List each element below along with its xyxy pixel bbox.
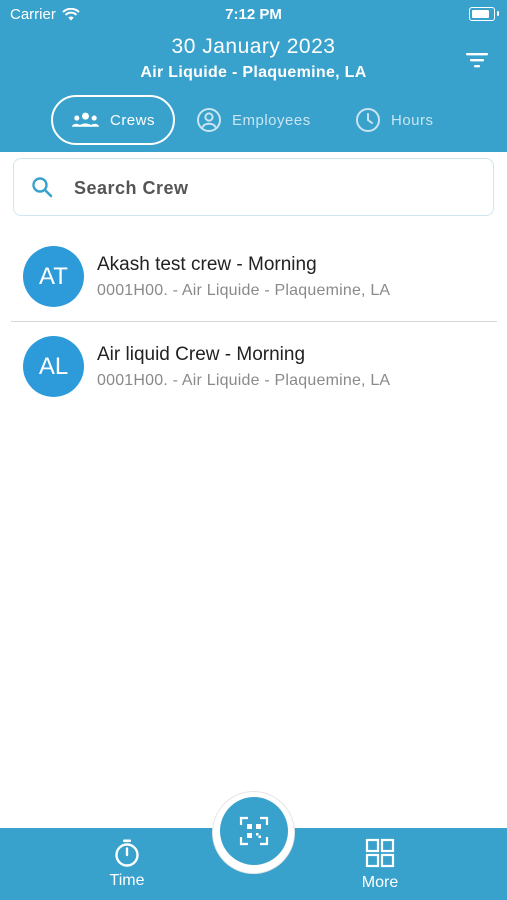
list-divider [11,321,497,322]
nav-time-label: Time [109,872,145,889]
search-icon [32,177,53,198]
tab-employees-label: Employees [232,111,311,129]
nav-more-label: More [361,874,399,891]
tab-hours-label: Hours [391,111,434,129]
site-subtitle: Air Liquide - Plaquemine, LA [140,64,367,81]
tab-hours[interactable]: Hours [355,95,434,145]
battery-level [472,10,489,18]
tab-crews[interactable]: Crews [51,95,175,145]
crew-list-item[interactable]: AT Akash test crew - Morning 0001H00. - … [0,234,507,322]
status-bar: Carrier 7:12 PM [0,0,507,28]
search-input[interactable] [72,171,476,205]
crew-detail: 0001H00. - Air Liquide - Plaquemine, LA [97,372,391,389]
status-time: 7:12 PM [225,6,282,23]
scan-button[interactable] [220,797,288,865]
tab-employees[interactable]: Employees [196,95,311,145]
crew-name: Air liquid Crew - Morning [97,344,306,365]
group-icon [71,112,100,127]
search-bar[interactable] [13,158,494,216]
page-title: 30 January 2023 [171,35,336,58]
tab-bar: Crews Employees Hours [0,95,507,147]
stopwatch-icon [115,839,139,867]
battery-icon [469,7,499,21]
person-circle-icon [197,108,221,132]
nav-more-button[interactable]: More [330,828,430,900]
nav-time-button[interactable]: Time [77,828,177,900]
filter-icon[interactable] [465,50,489,70]
crew-detail: 0001H00. - Air Liquide - Plaquemine, LA [97,282,391,299]
crew-list-item[interactable]: AL Air liquid Crew - Morning 0001H00. - … [0,324,507,412]
avatar: AL [23,336,84,397]
avatar: AT [23,246,84,307]
app-header: Carrier 7:12 PM 30 January 2023 Air Liqu… [0,0,507,152]
crew-name: Akash test crew - Morning [97,254,317,275]
tab-crews-label: Crews [109,111,155,129]
qr-scan-icon [239,816,269,846]
clock-icon [356,108,380,132]
grid-icon [365,838,395,868]
